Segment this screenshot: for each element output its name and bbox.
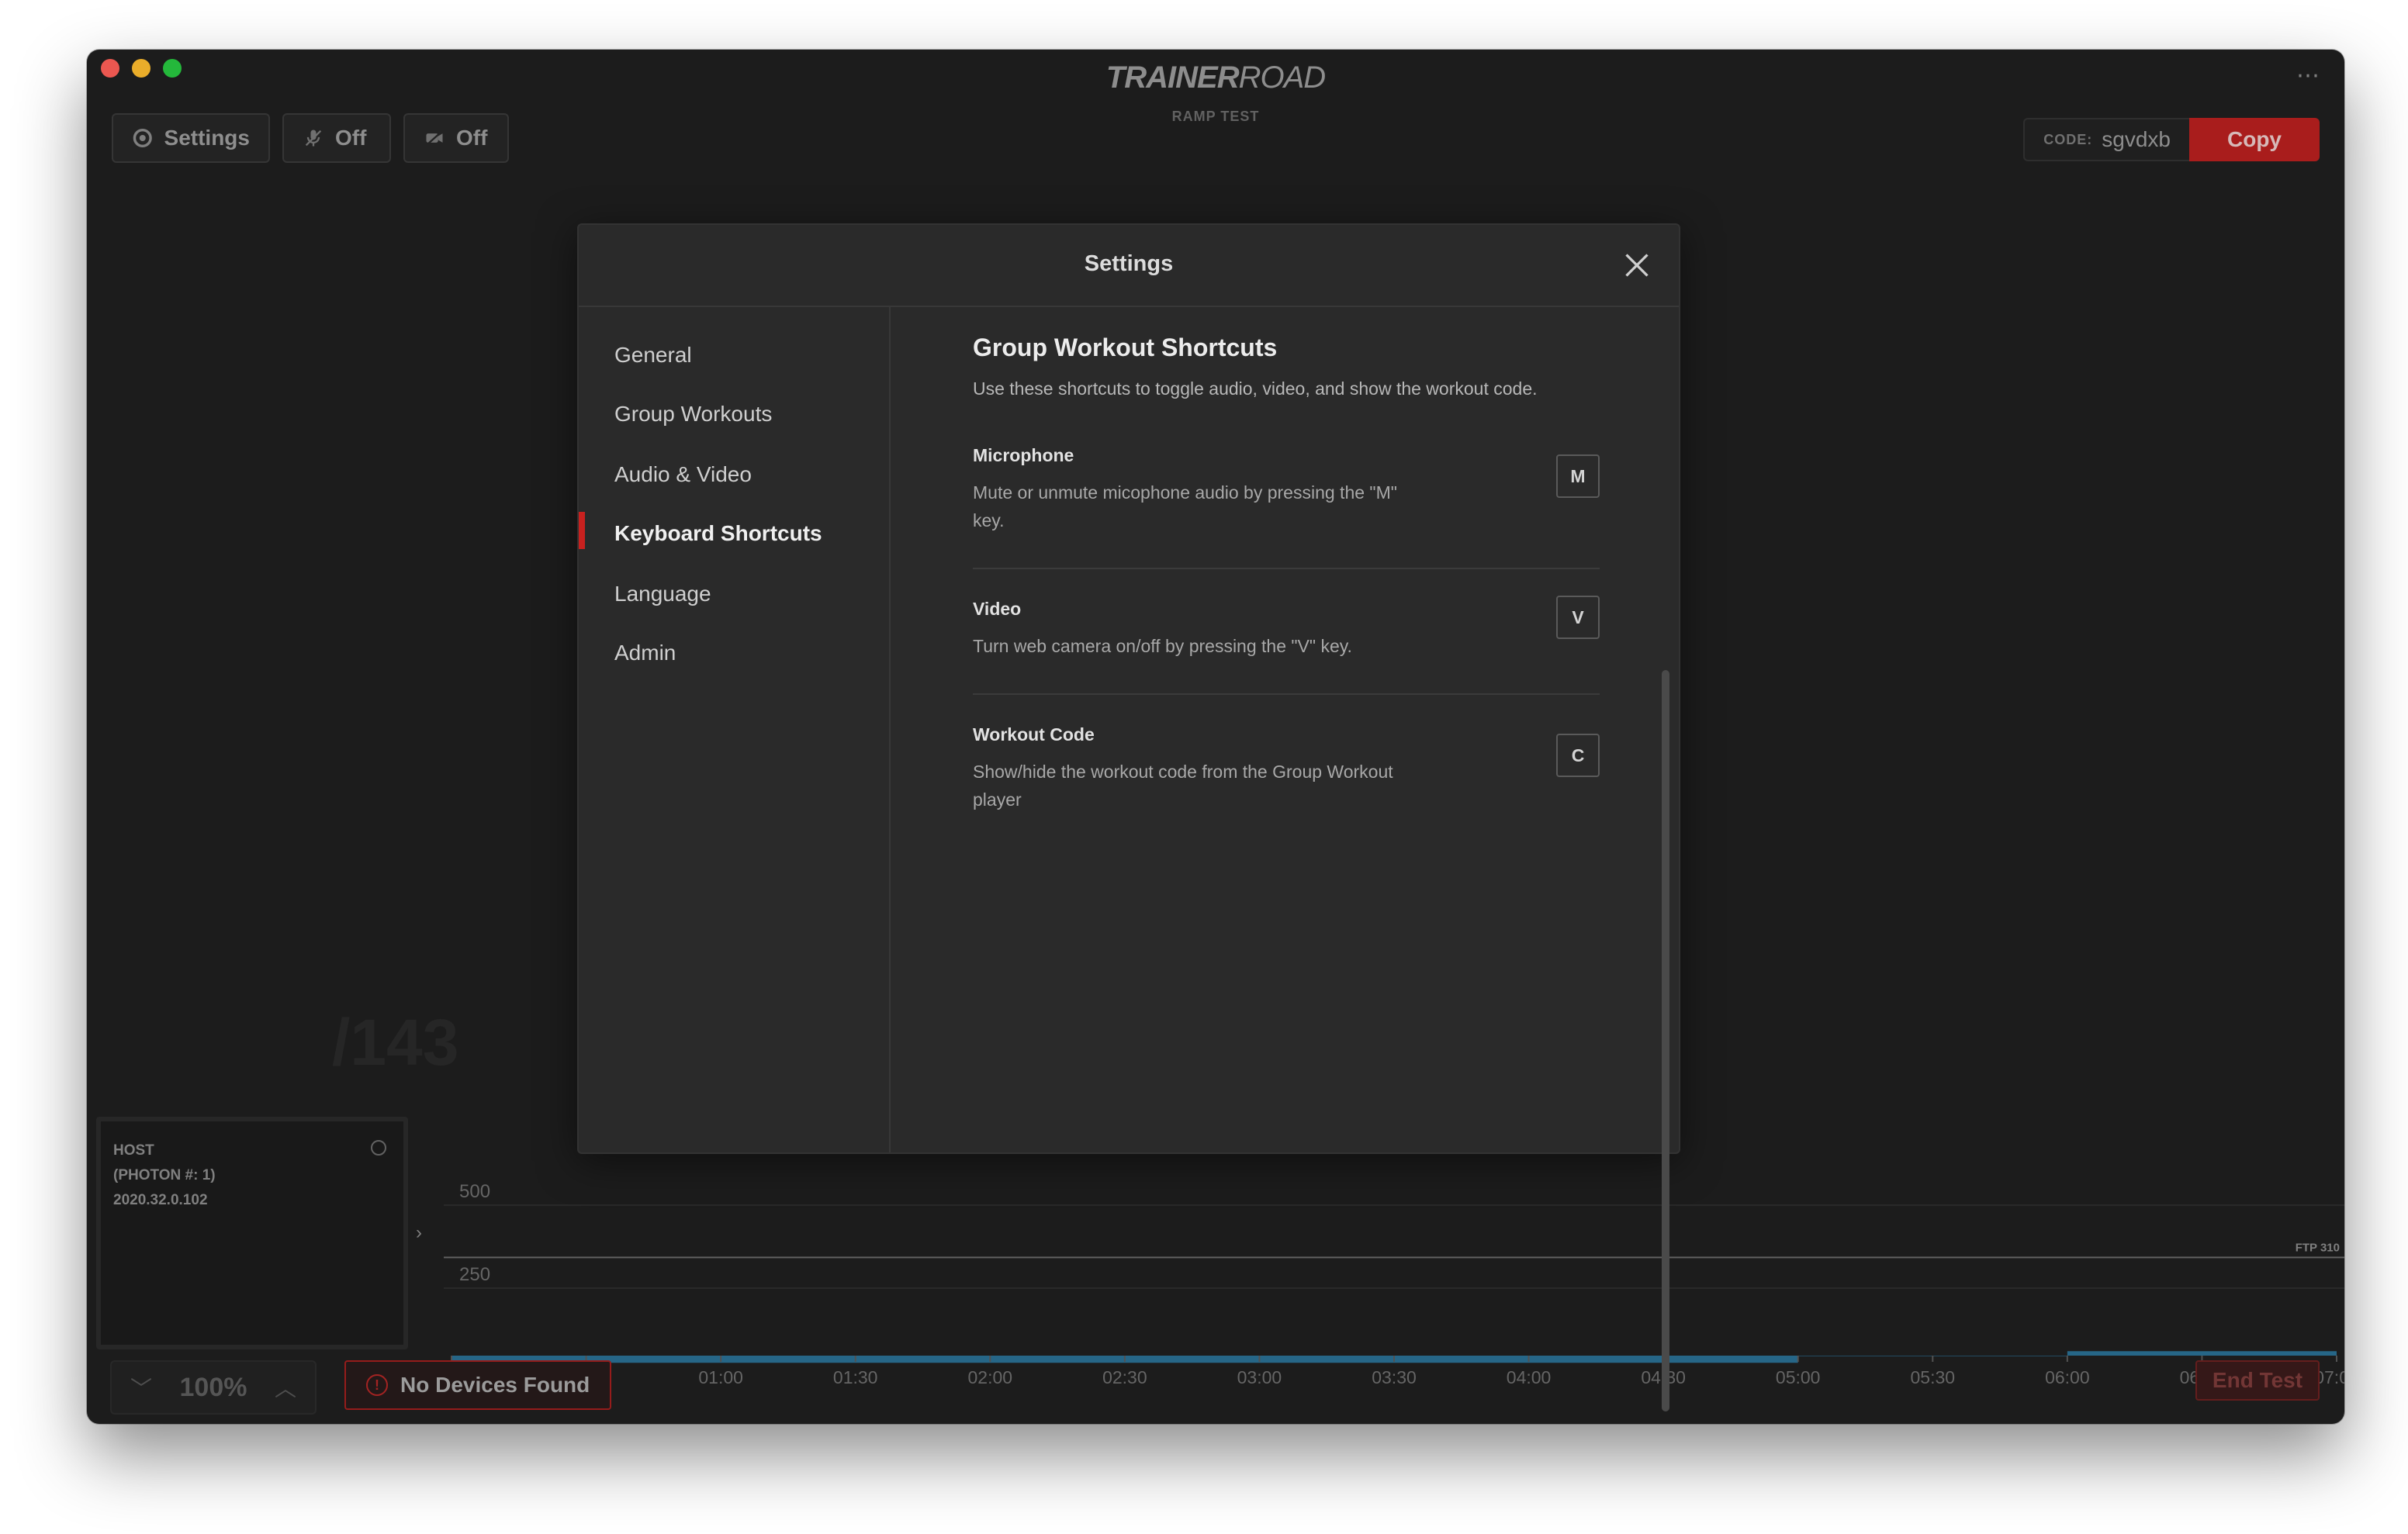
code-value: sgvdxb xyxy=(2102,127,2171,151)
host-video-tile: HOST (PHOTON #: 1) 2020.32.0.102 xyxy=(96,1117,408,1349)
scrollbar[interactable] xyxy=(1662,670,1669,1411)
shortcut-description: Turn web camera on/off by pressing the "… xyxy=(973,636,1352,656)
nav-item-keyboard-shortcuts[interactable]: Keyboard Shortcuts xyxy=(614,521,822,546)
intensity-control: ﹀ 100% ︿ xyxy=(110,1360,317,1415)
video-toggle-button[interactable]: Off xyxy=(403,113,509,163)
code-label: CODE: xyxy=(2043,131,2093,147)
background-metric: /143 xyxy=(332,1006,459,1079)
intensity-value: 100% xyxy=(179,1372,247,1402)
divider xyxy=(973,568,1600,569)
nav-active-indicator xyxy=(579,512,585,549)
ftp-label: FTP 310 xyxy=(2296,1241,2340,1254)
y-tick-label: 250 xyxy=(459,1264,490,1285)
shortcut-title: Workout Code xyxy=(973,724,1095,745)
no-devices-button[interactable]: ! No Devices Found xyxy=(344,1360,612,1410)
shortcut-title: Microphone xyxy=(973,445,1074,465)
expand-chevron-icon[interactable]: › xyxy=(416,1222,422,1244)
shortcuts-panel: Group Workout Shortcuts Use these shortc… xyxy=(891,307,1679,1152)
decrease-intensity-button[interactable]: ﹀ xyxy=(130,1372,152,1403)
shortcut-key-v: V xyxy=(1556,596,1600,639)
nav-item-audio-video[interactable]: Audio & Video xyxy=(614,462,752,487)
microphone-toggle-label: Off xyxy=(335,126,367,150)
settings-modal: Settings General Group Workouts Audio & … xyxy=(577,223,1680,1411)
no-devices-label: No Devices Found xyxy=(400,1373,590,1397)
nav-item-general[interactable]: General xyxy=(614,343,692,368)
modal-title: Settings xyxy=(1084,251,1174,276)
shortcut-description: Show/hide the workout code from the Grou… xyxy=(973,762,1393,810)
warning-icon: ! xyxy=(366,1374,388,1396)
host-status-icon xyxy=(371,1140,386,1156)
host-info: HOST (PHOTON #: 1) 2020.32.0.102 xyxy=(113,1142,216,1208)
copy-code-button[interactable]: Copy xyxy=(2189,118,2320,161)
y-tick-label: 500 xyxy=(459,1181,490,1202)
video-off-icon xyxy=(425,130,444,147)
shortcut-key-c: C xyxy=(1556,734,1600,777)
divider xyxy=(973,693,1600,695)
nav-item-group-workouts[interactable]: Group Workouts xyxy=(614,402,772,427)
section-title: Group Workout Shortcuts xyxy=(973,333,1278,361)
microphone-off-icon xyxy=(305,130,322,147)
nav-item-admin[interactable]: Admin xyxy=(614,641,676,665)
settings-button[interactable]: Settings xyxy=(112,113,270,163)
modal-header: Settings xyxy=(579,225,1679,307)
video-toggle-label: Off xyxy=(456,126,488,150)
shortcut-description: Mute or unmute micophone audio by pressi… xyxy=(973,482,1397,530)
shortcut-video: Video Turn web camera on/off by pressing… xyxy=(973,596,1600,660)
app-logo: TRAINERROAD xyxy=(1105,60,1326,95)
shortcut-title: Video xyxy=(973,599,1022,619)
nav-item-language[interactable]: Language xyxy=(614,582,711,606)
microphone-toggle-button[interactable]: Off xyxy=(282,113,391,163)
shortcut-workout-code: Workout Code Show/hide the workout code … xyxy=(973,724,1600,814)
shortcut-microphone: Microphone Mute or unmute micophone audi… xyxy=(973,445,1600,534)
workout-code-display: CODE: sgvdxb xyxy=(2023,118,2189,161)
shortcut-key-m: M xyxy=(1556,454,1600,498)
settings-button-label: Settings xyxy=(164,126,250,150)
bottom-bar: ﹀ 100% ︿ ! No Devices Found End Test xyxy=(87,1360,2344,1424)
gear-icon xyxy=(133,128,152,148)
end-test-button[interactable]: End Test xyxy=(2195,1360,2320,1401)
more-options-icon[interactable]: ⋯ xyxy=(2296,64,2321,88)
close-icon[interactable] xyxy=(1623,251,1651,279)
section-description: Use these shortcuts to toggle audio, vid… xyxy=(973,378,1538,399)
settings-nav: General Group Workouts Audio & Video Key… xyxy=(579,307,891,1152)
increase-intensity-button[interactable]: ︿ xyxy=(275,1372,296,1403)
